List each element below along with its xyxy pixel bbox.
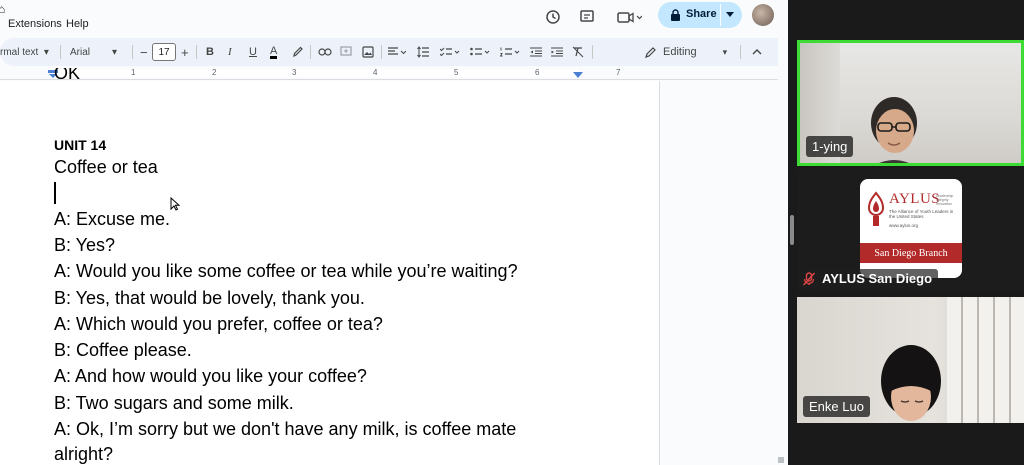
dialogue-line: A: Ok, I’m sorry but we don't have any m… (54, 419, 517, 439)
increase-font-size-icon[interactable]: + (181, 38, 189, 66)
dialogue-line: alright? (54, 444, 114, 464)
ruler-number: 1 (131, 68, 136, 77)
dialogue-line: A: Would you like some coffee or tea whi… (54, 261, 518, 281)
editing-mode-label: Editing (663, 46, 697, 58)
font-size-input[interactable]: 17 (152, 43, 176, 61)
dialogue-line: A: And how would you like your coffee? (54, 366, 367, 386)
meet-camera-icon[interactable] (614, 6, 644, 28)
page-gutter (660, 81, 778, 465)
menu-bar: ⌂ Extensions Help Share (0, 0, 788, 36)
scroll-thumb[interactable] (778, 457, 784, 463)
paragraph-style-label: rmal text (0, 46, 39, 58)
toolbar-divider (592, 45, 593, 59)
text-cursor (54, 182, 56, 204)
partial-text-line: OK (54, 68, 80, 82)
underline-icon[interactable]: U (249, 38, 257, 66)
torch-logo-icon (867, 191, 885, 226)
video-window-blinds (947, 297, 1024, 423)
ruler-number: 4 (373, 68, 378, 77)
share-button[interactable]: Share (658, 2, 742, 28)
increase-indent-icon[interactable] (551, 38, 563, 66)
dialogue-line: B: Two sugars and some milk. (54, 393, 294, 413)
bold-icon[interactable]: B (206, 38, 214, 66)
menu-extensions[interactable]: Extensions (8, 18, 62, 30)
ruler-number: 2 (212, 68, 217, 77)
unit-heading: UNIT 14 (54, 137, 107, 153)
logo-title: AYLUS (889, 191, 941, 207)
logo-org-name: The Alliance of Youth Leaders in the Uni… (889, 209, 954, 219)
ruler-number: 7 (616, 68, 621, 77)
share-dropdown-icon[interactable] (726, 12, 734, 18)
right-indent-marker-icon[interactable] (573, 72, 583, 78)
participant-video-person (881, 345, 941, 421)
font-family-select[interactable]: Arial ▾ (70, 38, 117, 66)
google-docs-window: ⌂ Extensions Help Share rmal text ▾ Aria… (0, 0, 788, 465)
paragraph-style-select[interactable]: rmal text ▾ (0, 38, 49, 66)
screen: ⌂ Extensions Help Share rmal text ▾ Aria… (0, 0, 1024, 465)
align-icon[interactable] (388, 38, 406, 66)
account-avatar[interactable] (752, 4, 774, 26)
aylus-logo-card: AYLUS Leadership Integrity Innovation Th… (860, 179, 962, 278)
hide-menus-icon[interactable] (752, 38, 762, 66)
partial-text: OK (54, 68, 81, 82)
logo-url: www.aylus.org (889, 223, 919, 228)
docs-status-icon: ⌂ (0, 2, 6, 16)
checklist-icon[interactable] (440, 38, 460, 66)
toolbar-divider (740, 45, 741, 59)
mouse-pointer-icon (170, 197, 180, 211)
share-label: Share (686, 8, 717, 20)
ruler-number: 6 (535, 68, 540, 77)
toolbar-divider (381, 45, 382, 59)
toolbar-divider (196, 45, 197, 59)
participant-name-tag: AYLUS San Diego (800, 269, 939, 288)
italic-icon[interactable]: I (228, 38, 232, 66)
text-color-icon[interactable]: A (270, 38, 278, 66)
highlight-color-icon[interactable] (292, 38, 304, 66)
font-family-label: Arial (70, 46, 91, 58)
insert-image-icon[interactable] (362, 38, 374, 66)
participant-name: AYLUS San Diego (822, 271, 933, 286)
panel-resize-handle[interactable] (790, 215, 794, 245)
pencil-icon (645, 47, 656, 58)
share-divider (720, 4, 721, 26)
add-comment-icon[interactable] (340, 38, 352, 66)
clear-formatting-icon[interactable] (572, 38, 584, 66)
dialogue-line: A: Excuse me. (54, 209, 171, 229)
insert-link-icon[interactable] (318, 38, 332, 66)
participant-tile-active-speaker[interactable]: 1-ying (797, 40, 1024, 166)
formatting-toolbar: rmal text ▾ Arial ▾ − 17 + B I U A Editi… (0, 38, 778, 66)
decrease-indent-icon[interactable] (530, 38, 542, 66)
participant-name: Enke Luo (803, 396, 870, 417)
numbered-list-icon[interactable] (500, 38, 520, 66)
version-history-icon[interactable] (542, 6, 564, 28)
comments-icon[interactable] (576, 6, 598, 28)
decrease-font-size-icon[interactable]: − (140, 38, 148, 66)
toolbar-divider (132, 45, 133, 59)
participant-video-person (871, 97, 917, 163)
vertical-scrollbar[interactable] (778, 81, 788, 465)
toolbar-divider (310, 45, 311, 59)
dialogue-line: B: Yes? (54, 235, 116, 255)
logo-branch-band: San Diego Branch (860, 243, 962, 263)
horizontal-ruler: 1 2 3 4 5 6 7 (0, 66, 778, 80)
toolbar-divider (60, 45, 61, 59)
participant-name: 1-ying (806, 136, 854, 157)
dialogue-line: B: Yes, that would be lovely, thank you. (54, 288, 365, 308)
dialogue-line: A: Which would you prefer, coffee or tea… (54, 314, 383, 334)
ruler-number: 5 (454, 68, 459, 77)
lock-icon (671, 9, 680, 21)
dialogue-line: B: Coffee please. (54, 340, 192, 360)
participant-tile[interactable]: Enke Luo (797, 297, 1024, 423)
bulleted-list-icon[interactable] (470, 38, 490, 66)
lesson-title: Coffee or tea (54, 157, 158, 177)
logo-tagline: Leadership Integrity Innovation (936, 194, 954, 206)
muted-microphone-icon (802, 271, 816, 286)
editing-mode-select[interactable]: Editing ▾ (645, 38, 727, 66)
line-spacing-icon[interactable] (417, 38, 429, 66)
ruler-number: 3 (292, 68, 297, 77)
menu-help[interactable]: Help (66, 18, 89, 30)
